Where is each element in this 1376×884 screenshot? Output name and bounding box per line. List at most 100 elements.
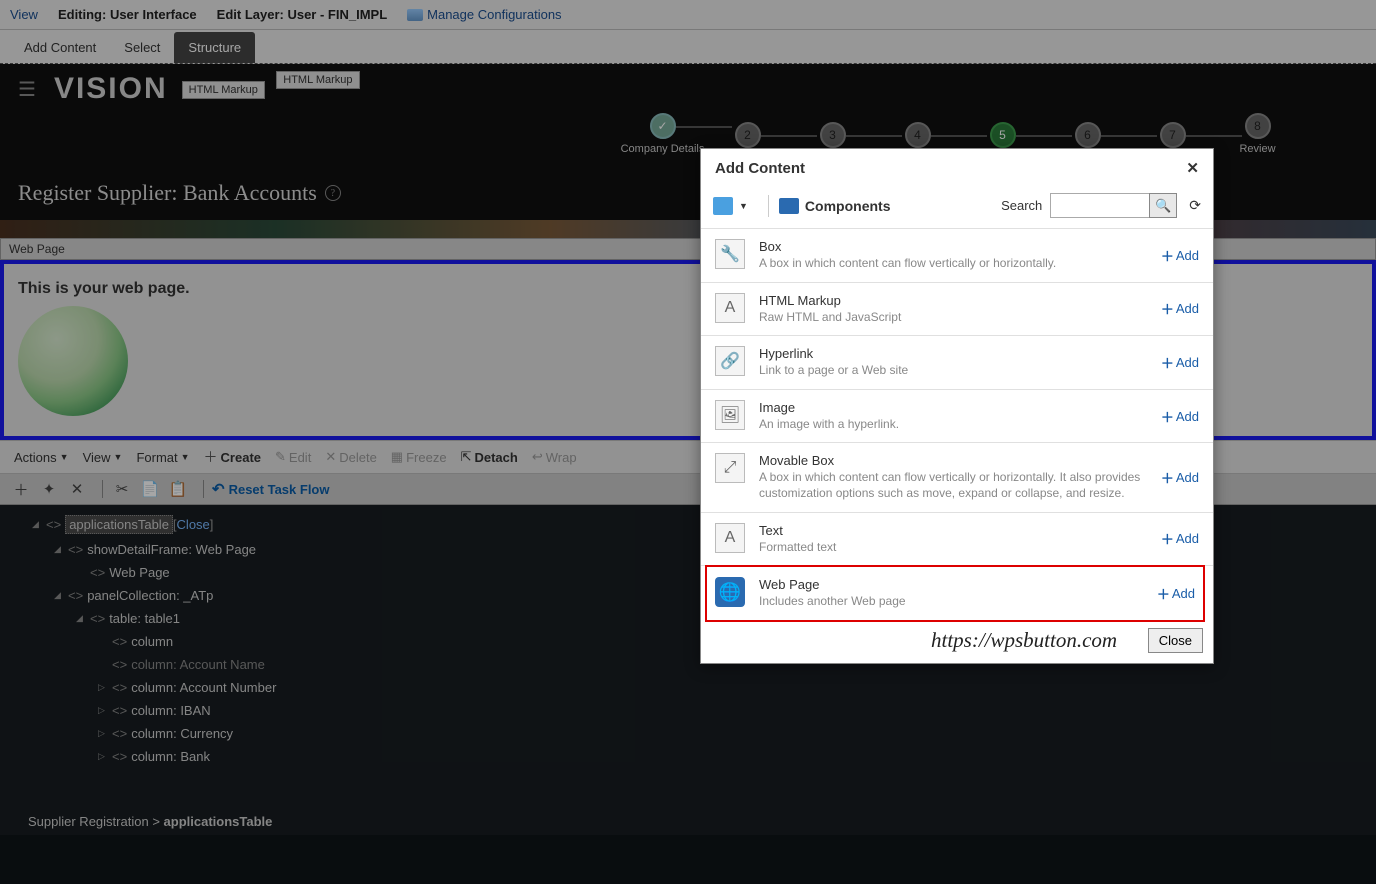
separator xyxy=(768,195,769,217)
components-label: Components xyxy=(805,198,891,214)
add-component-link[interactable]: ＋Add xyxy=(1161,523,1199,556)
view-menu[interactable]: View▼ xyxy=(83,450,123,465)
add-component-link[interactable]: ＋Add xyxy=(1161,453,1199,501)
crumb-sep: > xyxy=(152,814,160,829)
tab-add-content[interactable]: Add Content xyxy=(10,32,110,63)
freeze-button: ▦Freeze xyxy=(391,449,447,465)
component-list: 🔧 Box A box in which content can flow vert… xyxy=(701,228,1213,622)
tab-structure[interactable]: Structure xyxy=(174,32,255,63)
component-title: Movable Box xyxy=(759,453,1161,468)
tab-select[interactable]: Select xyxy=(110,32,174,63)
component-description: Link to a page or a Web site xyxy=(759,363,1161,379)
component-row-web-page[interactable]: 🌐 Web Page Includes another Web page＋Add xyxy=(705,565,1205,622)
crumb-b[interactable]: applicationsTable xyxy=(164,814,273,829)
component-icon: 🖼 xyxy=(715,400,745,430)
component-description: Raw HTML and JavaScript xyxy=(759,310,1161,326)
search-icon: 🔍 xyxy=(1155,198,1171,214)
dialog-title: Add Content xyxy=(715,160,805,177)
add-component-link[interactable]: ＋Add xyxy=(1157,577,1195,610)
component-title: Hyperlink xyxy=(759,346,1161,361)
tree-node[interactable]: ▷<>column: Currency xyxy=(12,722,1364,745)
train-step-5[interactable]: 5 xyxy=(960,122,1045,148)
component-row-image[interactable]: 🖼 Image An image with a hyperlink.＋Add xyxy=(701,390,1213,444)
settings-icon[interactable]: ✦ xyxy=(38,478,60,500)
top-app-bar: View Editing: User Interface Edit Layer:… xyxy=(0,0,1376,30)
detach-button[interactable]: ⇱Detach xyxy=(461,449,518,465)
tree-node[interactable]: ▷<>column: Account Number xyxy=(12,676,1364,699)
html-markup-badge-2[interactable]: HTML Markup xyxy=(276,71,359,89)
component-row-hyperlink[interactable]: 🔗 Hyperlink Link to a page or a Web site＋A… xyxy=(701,336,1213,390)
manage-config-icon xyxy=(407,9,423,21)
folder-icon xyxy=(779,198,799,214)
component-title: HTML Markup xyxy=(759,293,1161,308)
train-step-3[interactable]: 3 xyxy=(790,122,875,148)
train-step-2[interactable]: 2 xyxy=(705,122,790,148)
wrap-button: ↩Wrap xyxy=(532,449,577,465)
view-menu-link[interactable]: View xyxy=(10,7,38,22)
actions-menu[interactable]: Actions▼ xyxy=(14,450,69,465)
delete-button: ✕Delete xyxy=(325,449,376,465)
component-title: Box xyxy=(759,239,1161,254)
brand-header: ☰ VISION HTML Markup HTML Markup xyxy=(0,64,1376,114)
component-description: A box in which content can flow vertical… xyxy=(759,470,1161,501)
paste-icon[interactable]: 📋 xyxy=(167,478,189,500)
dialog-close-button[interactable]: Close xyxy=(1148,628,1203,653)
component-title: Image xyxy=(759,400,1161,415)
search-label: Search xyxy=(1001,198,1042,213)
composer-tabs: Add Content Select Structure xyxy=(0,30,1376,64)
hamburger-icon[interactable]: ☰ xyxy=(18,77,36,102)
train-step-4[interactable]: 4 xyxy=(875,122,960,148)
component-row-html-markup[interactable]: A HTML Markup Raw HTML and JavaScript＋Add xyxy=(701,283,1213,337)
search-button[interactable]: 🔍 xyxy=(1149,193,1177,218)
add-component-link[interactable]: ＋Add xyxy=(1161,239,1199,272)
edit-layer: Edit Layer: User - FIN_IMPL xyxy=(217,7,387,22)
cut-icon[interactable]: ✂ xyxy=(111,478,133,500)
component-description: An image with a hyperlink. xyxy=(759,417,1161,433)
train-step-7[interactable]: 7 xyxy=(1130,122,1215,148)
component-icon: ⤢ xyxy=(715,453,745,483)
copy-icon[interactable]: 📄 xyxy=(139,478,161,500)
tree-node[interactable]: ▷<>column: Bank xyxy=(12,745,1364,768)
train-step-6[interactable]: 6 xyxy=(1045,122,1130,148)
reset-task-flow[interactable]: ↶Reset Task Flow xyxy=(212,480,329,498)
search-input[interactable] xyxy=(1050,193,1150,218)
component-icon: 🔧 xyxy=(715,239,745,269)
tree-node[interactable]: ▷<>column: IBAN xyxy=(12,699,1364,722)
html-markup-badge-1[interactable]: HTML Markup xyxy=(182,81,265,99)
component-row-text[interactable]: ATextFormatted text＋Add xyxy=(701,513,1213,567)
add-component-link[interactable]: ＋Add xyxy=(1161,293,1199,326)
component-description: A box in which content can flow vertical… xyxy=(759,256,1161,272)
page-title-text: Register Supplier: Bank Accounts xyxy=(18,180,317,206)
manage-config-label: Manage Configurations xyxy=(427,7,561,22)
separator xyxy=(102,480,103,498)
component-icon: 🔗 xyxy=(715,346,745,376)
remove-icon[interactable]: ✕ xyxy=(66,478,88,500)
refresh-icon[interactable]: ⟳ xyxy=(1189,197,1201,214)
format-menu[interactable]: Format▼ xyxy=(136,450,189,465)
crumb-a[interactable]: Supplier Registration xyxy=(28,814,149,829)
component-icon: 🌐 xyxy=(715,577,745,607)
component-row-movable-box[interactable]: ⤢ Movable Box A box in which content can f… xyxy=(701,443,1213,512)
help-icon[interactable]: ? xyxy=(325,185,341,201)
add-icon[interactable]: ＋ xyxy=(10,478,32,500)
component-icon: A xyxy=(715,293,745,323)
train-step-8[interactable]: 8Review xyxy=(1215,113,1300,156)
component-title: Text xyxy=(759,523,1161,538)
create-button[interactable]: ＋Create xyxy=(204,447,261,467)
edit-button: ✎Edit xyxy=(275,449,311,465)
add-component-link[interactable]: ＋Add xyxy=(1161,400,1199,433)
dialog-close-icon[interactable]: ✕ xyxy=(1186,159,1199,177)
watermark-text: https://wpsbutton.com xyxy=(931,628,1117,653)
editing-context: Editing: User Interface xyxy=(58,7,197,22)
add-component-link[interactable]: ＋Add xyxy=(1161,346,1199,379)
component-description: Includes another Web page xyxy=(759,594,1157,610)
logo: VISION xyxy=(54,72,168,106)
breadcrumb: Supplier Registration > applicationsTabl… xyxy=(0,808,1376,835)
component-title: Web Page xyxy=(759,577,1157,592)
manage-configurations-link[interactable]: Manage Configurations xyxy=(407,7,561,22)
folder-up-icon[interactable] xyxy=(713,197,733,215)
separator xyxy=(203,480,204,498)
train-step-1[interactable]: ✓Company Details xyxy=(620,113,705,156)
folder-dropdown-icon[interactable]: ▼ xyxy=(739,201,748,211)
component-row-box[interactable]: 🔧 Box A box in which content can flow vert… xyxy=(701,229,1213,283)
